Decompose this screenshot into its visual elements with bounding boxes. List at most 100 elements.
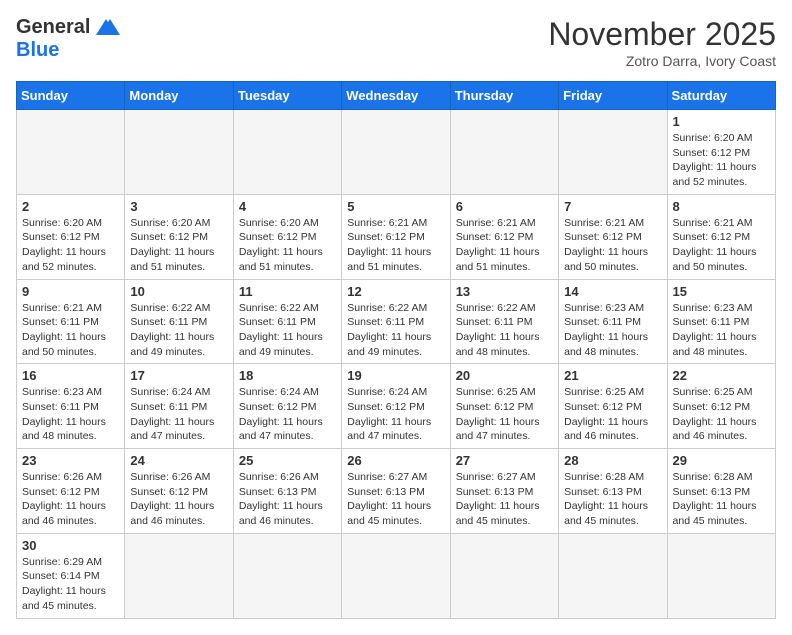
cell-daylight-info: Sunrise: 6:21 AM Sunset: 6:12 PM Dayligh…: [347, 216, 444, 275]
logo-icon: [92, 17, 120, 39]
day-number: 6: [456, 199, 553, 214]
calendar-cell: [17, 110, 125, 195]
cell-daylight-info: Sunrise: 6:24 AM Sunset: 6:11 PM Dayligh…: [130, 385, 227, 444]
day-number: 5: [347, 199, 444, 214]
calendar-cell: [559, 110, 667, 195]
cell-daylight-info: Sunrise: 6:27 AM Sunset: 6:13 PM Dayligh…: [347, 470, 444, 529]
day-number: 28: [564, 453, 661, 468]
cell-daylight-info: Sunrise: 6:25 AM Sunset: 6:12 PM Dayligh…: [673, 385, 770, 444]
day-number: 12: [347, 284, 444, 299]
calendar-header-row: SundayMondayTuesdayWednesdayThursdayFrid…: [17, 82, 776, 110]
cell-daylight-info: Sunrise: 6:29 AM Sunset: 6:14 PM Dayligh…: [22, 555, 119, 614]
calendar-cell: 10 Sunrise: 6:22 AM Sunset: 6:11 PM Dayli…: [125, 279, 233, 364]
day-number: 25: [239, 453, 336, 468]
day-number: 20: [456, 368, 553, 383]
calendar-cell: 21 Sunrise: 6:25 AM Sunset: 6:12 PM Dayli…: [559, 364, 667, 449]
calendar-cell: 25 Sunrise: 6:26 AM Sunset: 6:13 PM Dayli…: [233, 449, 341, 534]
calendar-cell: [233, 533, 341, 618]
cell-daylight-info: Sunrise: 6:20 AM Sunset: 6:12 PM Dayligh…: [22, 216, 119, 275]
cell-daylight-info: Sunrise: 6:21 AM Sunset: 6:12 PM Dayligh…: [673, 216, 770, 275]
calendar-week-row: 9 Sunrise: 6:21 AM Sunset: 6:11 PM Daylig…: [17, 279, 776, 364]
calendar-cell: 20 Sunrise: 6:25 AM Sunset: 6:12 PM Dayli…: [450, 364, 558, 449]
day-number: 29: [673, 453, 770, 468]
month-title: November 2025: [548, 16, 776, 53]
calendar-cell: 13Sunrise: 6:22 AM Sunset: 6:11 PM Dayli…: [450, 279, 558, 364]
calendar-cell: 23Sunrise: 6:26 AM Sunset: 6:12 PM Dayli…: [17, 449, 125, 534]
title-block: November 2025 Zotro Darra, Ivory Coast: [548, 16, 776, 69]
day-number: 10: [130, 284, 227, 299]
calendar-cell: [233, 110, 341, 195]
day-number: 16: [22, 368, 119, 383]
calendar-cell: 22 Sunrise: 6:25 AM Sunset: 6:12 PM Dayli…: [667, 364, 775, 449]
calendar-cell: 3 Sunrise: 6:20 AM Sunset: 6:12 PM Daylig…: [125, 194, 233, 279]
cell-daylight-info: Sunrise: 6:22 AM Sunset: 6:11 PM Dayligh…: [239, 301, 336, 360]
day-number: 3: [130, 199, 227, 214]
calendar-cell: [342, 110, 450, 195]
calendar-cell: 29 Sunrise: 6:28 AM Sunset: 6:13 PM Dayli…: [667, 449, 775, 534]
day-number: 7: [564, 199, 661, 214]
cell-daylight-info: Sunrise: 6:23 AM Sunset: 6:11 PM Dayligh…: [673, 301, 770, 360]
col-header-sunday: Sunday: [17, 82, 125, 110]
cell-daylight-info: Sunrise: 6:20 AM Sunset: 6:12 PM Dayligh…: [239, 216, 336, 275]
cell-daylight-info: Sunrise: 6:22 AM Sunset: 6:11 PM Dayligh…: [130, 301, 227, 360]
cell-daylight-info: Sunrise: 6:21 AM Sunset: 6:12 PM Dayligh…: [564, 216, 661, 275]
col-header-wednesday: Wednesday: [342, 82, 450, 110]
day-number: 26: [347, 453, 444, 468]
calendar-week-row: 2 Sunrise: 6:20 AM Sunset: 6:12 PM Daylig…: [17, 194, 776, 279]
page-header: General Blue November 2025 Zotro Darra, …: [16, 16, 776, 69]
logo: General Blue: [16, 16, 120, 62]
calendar-cell: 19 Sunrise: 6:24 AM Sunset: 6:12 PM Dayli…: [342, 364, 450, 449]
day-number: 22: [673, 368, 770, 383]
day-number: 24: [130, 453, 227, 468]
day-number: 30: [22, 538, 119, 553]
calendar-cell: 26 Sunrise: 6:27 AM Sunset: 6:13 PM Dayli…: [342, 449, 450, 534]
day-number: 23: [22, 453, 119, 468]
col-header-saturday: Saturday: [667, 82, 775, 110]
calendar-cell: 7 Sunrise: 6:21 AM Sunset: 6:12 PM Daylig…: [559, 194, 667, 279]
logo-general-text: General: [16, 16, 90, 39]
calendar-cell: 4 Sunrise: 6:20 AM Sunset: 6:12 PM Daylig…: [233, 194, 341, 279]
calendar-cell: 16Sunrise: 6:23 AM Sunset: 6:11 PM Dayli…: [17, 364, 125, 449]
calendar-cell: 6 Sunrise: 6:21 AM Sunset: 6:12 PM Daylig…: [450, 194, 558, 279]
day-number: 14: [564, 284, 661, 299]
col-header-tuesday: Tuesday: [233, 82, 341, 110]
cell-daylight-info: Sunrise: 6:20 AM Sunset: 6:12 PM Dayligh…: [130, 216, 227, 275]
cell-daylight-info: Sunrise: 6:27 AM Sunset: 6:13 PM Dayligh…: [456, 470, 553, 529]
calendar-table: SundayMondayTuesdayWednesdayThursdayFrid…: [16, 81, 776, 619]
cell-daylight-info: Sunrise: 6:22 AM Sunset: 6:11 PM Dayligh…: [347, 301, 444, 360]
cell-daylight-info: Sunrise: 6:24 AM Sunset: 6:12 PM Dayligh…: [347, 385, 444, 444]
day-number: 11: [239, 284, 336, 299]
calendar-cell: [667, 533, 775, 618]
day-number: 17: [130, 368, 227, 383]
calendar-cell: 30 Sunrise: 6:29 AM Sunset: 6:14 PM Dayli…: [17, 533, 125, 618]
calendar-cell: 18Sunrise: 6:24 AM Sunset: 6:12 PM Dayli…: [233, 364, 341, 449]
calendar-cell: 27Sunrise: 6:27 AM Sunset: 6:13 PM Dayli…: [450, 449, 558, 534]
calendar-cell: 1Sunrise: 6:20 AM Sunset: 6:12 PM Daylig…: [667, 110, 775, 195]
cell-daylight-info: Sunrise: 6:26 AM Sunset: 6:13 PM Dayligh…: [239, 470, 336, 529]
calendar-cell: [450, 533, 558, 618]
cell-daylight-info: Sunrise: 6:21 AM Sunset: 6:11 PM Dayligh…: [22, 301, 119, 360]
calendar-cell: 5 Sunrise: 6:21 AM Sunset: 6:12 PM Daylig…: [342, 194, 450, 279]
calendar-cell: [450, 110, 558, 195]
day-number: 15: [673, 284, 770, 299]
calendar-week-row: 30 Sunrise: 6:29 AM Sunset: 6:14 PM Dayli…: [17, 533, 776, 618]
cell-daylight-info: Sunrise: 6:25 AM Sunset: 6:12 PM Dayligh…: [456, 385, 553, 444]
day-number: 21: [564, 368, 661, 383]
calendar-cell: 15 Sunrise: 6:23 AM Sunset: 6:11 PM Dayli…: [667, 279, 775, 364]
day-number: 9: [22, 284, 119, 299]
cell-daylight-info: Sunrise: 6:23 AM Sunset: 6:11 PM Dayligh…: [564, 301, 661, 360]
calendar-cell: 24Sunrise: 6:26 AM Sunset: 6:12 PM Dayli…: [125, 449, 233, 534]
location-text: Zotro Darra, Ivory Coast: [548, 53, 776, 69]
calendar-week-row: 23Sunrise: 6:26 AM Sunset: 6:12 PM Dayli…: [17, 449, 776, 534]
day-number: 19: [347, 368, 444, 383]
cell-daylight-info: Sunrise: 6:22 AM Sunset: 6:11 PM Dayligh…: [456, 301, 553, 360]
cell-daylight-info: Sunrise: 6:28 AM Sunset: 6:13 PM Dayligh…: [673, 470, 770, 529]
cell-daylight-info: Sunrise: 6:24 AM Sunset: 6:12 PM Dayligh…: [239, 385, 336, 444]
calendar-cell: [125, 533, 233, 618]
day-number: 2: [22, 199, 119, 214]
cell-daylight-info: Sunrise: 6:21 AM Sunset: 6:12 PM Dayligh…: [456, 216, 553, 275]
day-number: 4: [239, 199, 336, 214]
calendar-cell: [559, 533, 667, 618]
cell-daylight-info: Sunrise: 6:25 AM Sunset: 6:12 PM Dayligh…: [564, 385, 661, 444]
col-header-friday: Friday: [559, 82, 667, 110]
